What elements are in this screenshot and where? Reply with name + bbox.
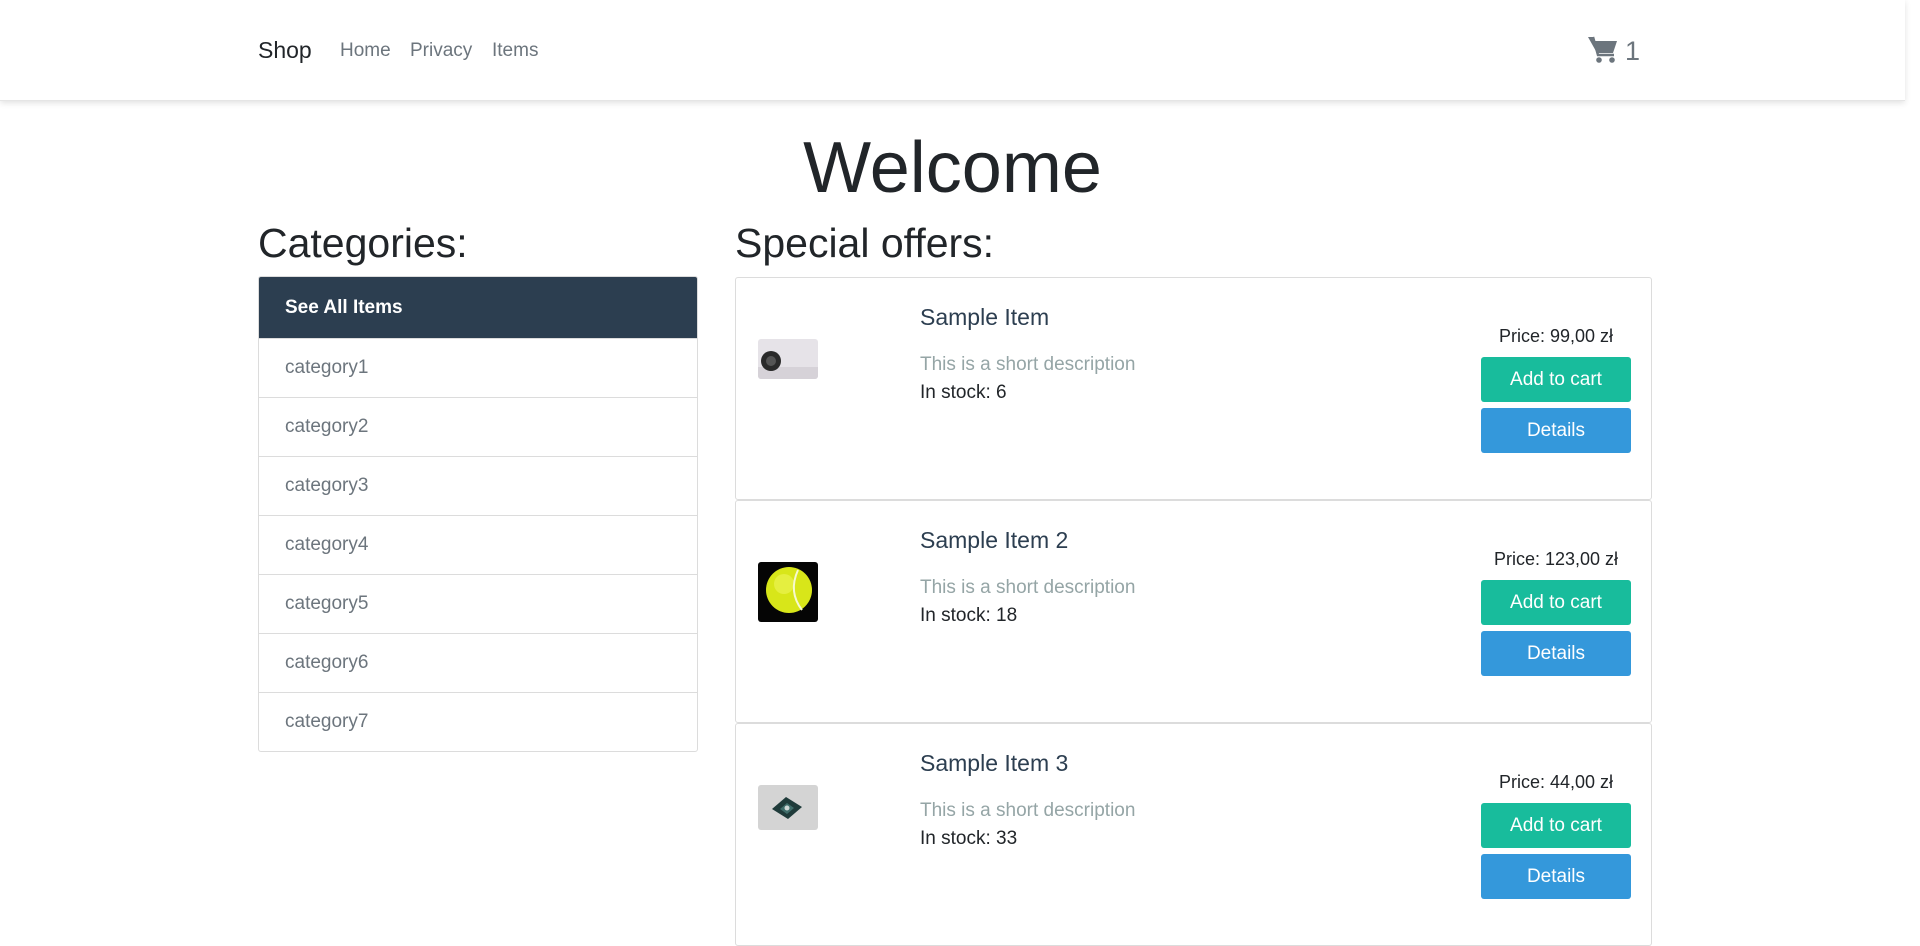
categories-title: Categories: [258, 220, 468, 266]
category-item[interactable]: category6 [259, 633, 697, 692]
item-description: This is a short description [920, 577, 1136, 598]
item-price: Price: 123,00 zł [1493, 549, 1619, 569]
item-thumbnail[interactable] [758, 339, 818, 379]
category-item[interactable]: category7 [259, 692, 697, 751]
category-item-all[interactable]: See All Items [259, 277, 697, 338]
special-offers-title: Special offers: [735, 220, 995, 266]
item-price: Price: 99,00 zł [1498, 326, 1614, 346]
cart-count: 1 [1625, 35, 1641, 66]
nav-link-home[interactable]: Home [340, 40, 391, 62]
item-description: This is a short description [920, 800, 1136, 821]
item-name[interactable]: Sample Item 2 [920, 527, 1068, 554]
item-stock: In stock: 18 [920, 605, 1018, 626]
add-to-cart-button[interactable]: Add to cart [1481, 803, 1631, 848]
item-stock: In stock: 33 [920, 828, 1018, 849]
details-button[interactable]: Details [1481, 631, 1631, 676]
category-item[interactable]: category2 [259, 397, 697, 456]
item-description: This is a short description [920, 354, 1136, 375]
category-list: See All Items category1 category2 catego… [258, 276, 698, 752]
add-to-cart-button[interactable]: Add to cart [1481, 580, 1631, 625]
item-name[interactable]: Sample Item 3 [920, 750, 1068, 777]
category-item[interactable]: category3 [259, 456, 697, 515]
top-navbar: Shop Home Privacy Items 1 [0, 0, 1905, 101]
brand-link[interactable]: Shop [258, 37, 312, 64]
details-button[interactable]: Details [1481, 854, 1631, 899]
add-to-cart-button[interactable]: Add to cart [1481, 357, 1631, 402]
category-item[interactable]: category5 [259, 574, 697, 633]
offer-card: Sample Item 2 This is a short descriptio… [735, 500, 1652, 723]
item-thumbnail[interactable] [758, 785, 818, 830]
shopping-cart-icon [1587, 34, 1619, 69]
item-price: Price: 44,00 zł [1498, 772, 1614, 792]
item-stock: In stock: 6 [920, 382, 1007, 403]
category-item[interactable]: category1 [259, 338, 697, 397]
offer-card: Sample Item This is a short description … [735, 277, 1652, 500]
nav-link-items[interactable]: Items [492, 40, 538, 62]
item-name[interactable]: Sample Item [920, 304, 1049, 331]
item-thumbnail[interactable] [758, 562, 818, 622]
category-item[interactable]: category4 [259, 515, 697, 574]
page-title: Welcome [803, 128, 1102, 208]
cart-button[interactable]: 1 [1587, 34, 1640, 68]
offer-card: Sample Item 3 This is a short descriptio… [735, 723, 1652, 946]
nav-link-privacy[interactable]: Privacy [410, 40, 472, 62]
details-button[interactable]: Details [1481, 408, 1631, 453]
